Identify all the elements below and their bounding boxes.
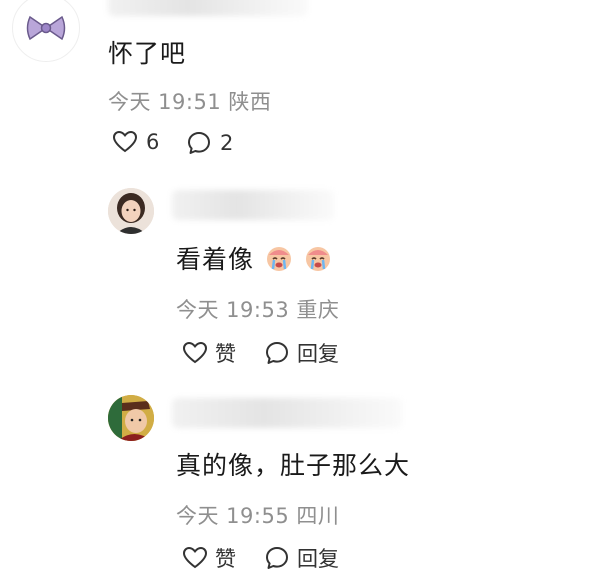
reply-2-meta: 今天 19:55 四川 [176,500,339,530]
main-comment-like-button[interactable]: 6 [112,130,159,154]
person-photo-icon [108,188,154,234]
reply-1-reply-label: 回复 [297,342,339,366]
main-comment-location: 陕西 [228,90,272,114]
comment-thread: 怀了吧 今天 19:51 陕西 6 2 看着像 今天 19:53 重庆 赞 回复… [0,0,600,572]
main-comment-reply-count: 2 [220,131,234,155]
reply-1-username-blurred[interactable] [172,190,334,220]
crying-emoji [266,247,291,271]
main-comment-text: 怀了吧 [108,39,187,68]
cartoon-figure-icon [108,395,154,441]
reply-2-time: 今天 19:55 [176,504,290,528]
reply-1-text: 看着像 [176,245,255,274]
heart-icon [182,546,208,569]
main-comment-like-count: 6 [146,130,160,154]
heart-icon [182,341,208,364]
reply-2-text: 真的像，肚子那么大 [176,451,411,480]
crying-emoji [305,247,330,271]
reply-2-like-button[interactable]: 赞 [182,543,236,572]
reply-2-location: 四川 [296,504,340,528]
speech-bubble-icon [188,132,210,154]
reply-2-reply-label: 回复 [297,547,339,571]
reply-1-meta: 今天 19:53 重庆 [176,294,339,324]
main-comment-meta: 今天 19:51 陕西 [108,86,271,116]
reply-1-location: 重庆 [296,298,340,322]
reply-1-like-label: 赞 [215,342,236,366]
main-comment-reply-button[interactable]: 2 [186,130,233,156]
main-comment-username-blurred[interactable] [108,0,308,16]
reply-2-avatar[interactable] [108,395,154,441]
reply-1-reply-button[interactable]: 回复 [264,338,339,368]
reply-1-avatar[interactable] [108,188,154,234]
reply-1-like-button[interactable]: 赞 [182,338,236,368]
reply-1-time: 今天 19:53 [176,298,290,322]
reply-1-text-line: 看着像 [176,240,332,276]
speech-bubble-icon [266,342,288,364]
bow-icon [26,15,66,41]
reply-2-username-blurred[interactable] [172,398,402,428]
reply-2-reply-button[interactable]: 回复 [264,543,339,572]
speech-bubble-icon [266,547,288,569]
main-comment-time: 今天 19:51 [108,90,222,114]
heart-icon [112,130,138,153]
reply-2-like-label: 赞 [215,547,236,571]
main-comment-avatar[interactable] [12,0,80,62]
